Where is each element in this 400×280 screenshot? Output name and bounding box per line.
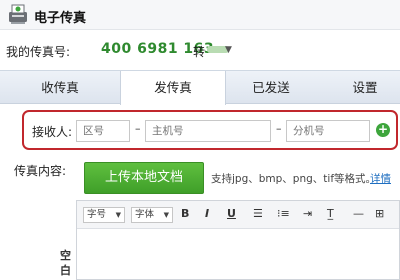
indent-icon[interactable]: ⇥ (303, 207, 312, 220)
chevron-down-icon[interactable]: ▼ (225, 45, 232, 55)
details-link[interactable]: 详情 (370, 171, 391, 186)
separator: – (135, 122, 141, 135)
tab-receive-fax[interactable]: 收传真 (0, 71, 120, 104)
recipient-row: 接收人: – – + (22, 110, 398, 150)
italic-button[interactable]: I (205, 207, 209, 220)
app-title: 电子传真 (34, 11, 87, 26)
extension-input[interactable] (286, 120, 370, 142)
tab-send-fax[interactable]: 发传真 (120, 71, 226, 105)
app-header: 电子传真 (0, 0, 400, 30)
separator: – (276, 122, 282, 135)
font-size-select[interactable]: 字号 ▼ (83, 207, 125, 223)
recipient-label: 接收人: (32, 125, 73, 139)
underline-button[interactable]: U (227, 207, 236, 220)
table-icon[interactable]: ⊞ (375, 207, 384, 220)
upload-document-button[interactable]: 上传本地文档 (84, 162, 204, 194)
editor-toolbar: 字号 ▼ 字体 ▼ B I U ☰ ⁝≡ ⇥ T̲ — ⊞ (77, 201, 399, 229)
tab-bar: 收传真 发传真 已发送 设置 (0, 70, 400, 105)
fax-content-label: 传真内容: (14, 164, 67, 178)
caret-down-icon: ▼ (163, 211, 169, 219)
supported-formats-text: 支持jpg、bmp、png、tif等格式。 (211, 173, 377, 185)
add-recipient-button[interactable]: + (376, 123, 390, 137)
align-left-icon[interactable]: ☰ (253, 207, 263, 220)
editor-side-text: 空白 (60, 249, 71, 277)
font-family-select[interactable]: 字体 ▼ (131, 207, 173, 223)
caret-down-icon: ▼ (115, 211, 121, 219)
fax-number-label: 我的传真号: (6, 45, 71, 59)
tab-settings[interactable]: 设置 (330, 71, 400, 104)
area-code-input[interactable] (76, 120, 130, 142)
font-family-label: 字体 (135, 209, 155, 220)
tab-sent[interactable]: 已发送 (226, 71, 316, 104)
bullet-list-icon[interactable]: ⁝≡ (277, 207, 290, 220)
clear-format-icon[interactable]: T̲ (327, 207, 334, 220)
fax-number-row: 我的传真号: 400 6981 163 转 ▼ (0, 36, 400, 64)
horizontal-rule-icon[interactable]: — (353, 207, 364, 220)
fax-machine-icon (9, 4, 27, 24)
main-number-input[interactable] (145, 120, 271, 142)
bold-button[interactable]: B (181, 207, 189, 220)
forward-label: 转 (193, 45, 206, 59)
font-size-label: 字号 (87, 209, 107, 220)
rich-text-editor[interactable]: 字号 ▼ 字体 ▼ B I U ☰ ⁝≡ ⇥ T̲ — ⊞ (76, 200, 400, 280)
